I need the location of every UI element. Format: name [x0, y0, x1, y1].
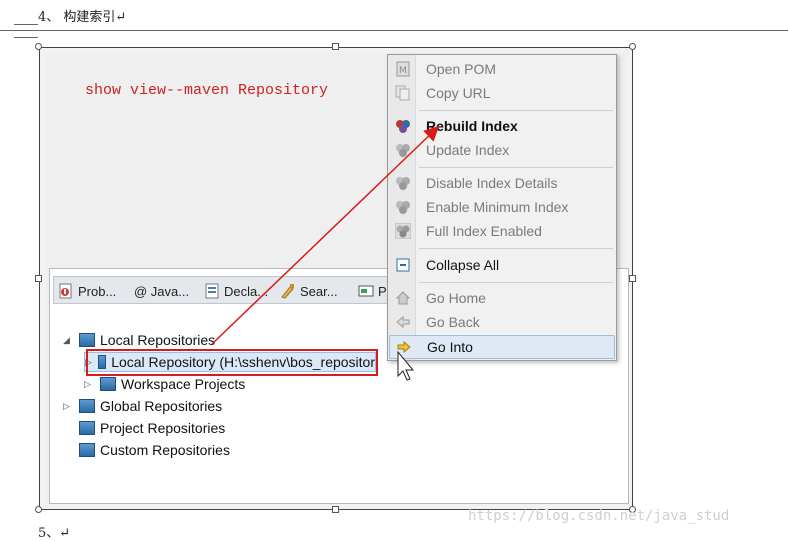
- document-footer-line: 5、↵: [38, 526, 71, 541]
- annotation-overlay: [211, 125, 440, 381]
- annotation-arrow: [211, 125, 440, 345]
- watermark-text: https://blog.csdn.net/java_stud: [468, 508, 730, 524]
- mouse-cursor-icon: [397, 350, 415, 381]
